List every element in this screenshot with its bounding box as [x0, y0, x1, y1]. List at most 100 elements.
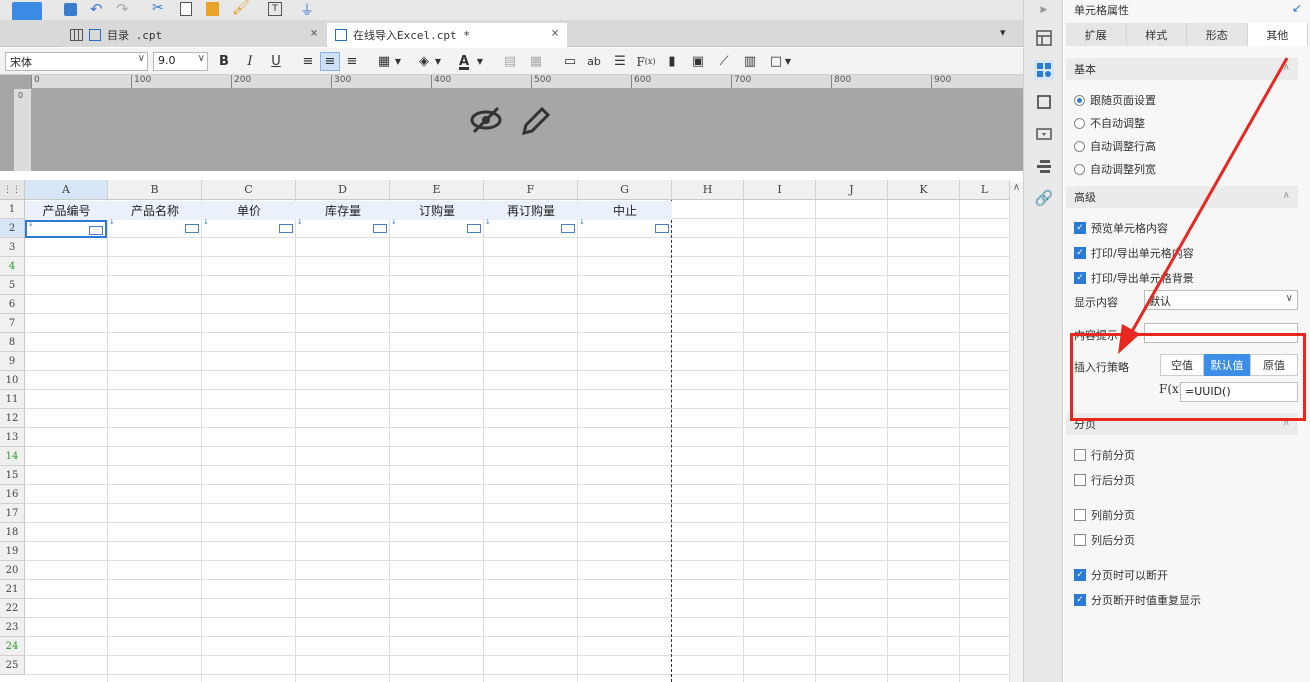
row-header[interactable]: 4 — [0, 257, 25, 276]
copy-icon[interactable] — [180, 2, 192, 16]
row-header[interactable]: 9 — [0, 352, 25, 371]
merge-cells-button[interactable]: ▤ — [500, 52, 520, 71]
align-center-button[interactable]: ≡ — [320, 52, 340, 71]
tab-online-import[interactable]: 在线导入Excel.cpt * × — [327, 23, 567, 47]
cut-icon[interactable]: ✂ — [152, 0, 164, 16]
chevron-down-icon[interactable]: ▼ — [392, 52, 404, 71]
hide-icon[interactable] — [470, 105, 502, 135]
italic-button[interactable]: I — [240, 52, 260, 71]
header-cell[interactable]: 再订购量 — [484, 201, 578, 220]
input-widget-cell[interactable]: ↓ — [484, 218, 577, 238]
bold-button[interactable]: B — [214, 52, 234, 71]
row-header[interactable]: 3 — [0, 238, 25, 257]
chevron-down-icon[interactable]: ▼ — [782, 52, 794, 71]
row-header[interactable]: 15 — [0, 466, 25, 485]
rich-text-icon[interactable]: ☰ — [610, 52, 630, 71]
select-all-icon[interactable]: ⋮⋮ — [0, 180, 25, 200]
row-header[interactable]: 6 — [0, 295, 25, 314]
column-header[interactable]: J — [816, 180, 888, 200]
row-header[interactable]: 8 — [0, 333, 25, 352]
chart-icon[interactable]: ▮ — [662, 52, 682, 71]
format-painter-icon[interactable]: 🖌 — [232, 0, 250, 16]
input-widget-cell[interactable]: ↓ — [25, 220, 107, 238]
row-header[interactable]: 5 — [0, 276, 25, 295]
align-left-button[interactable]: ≡ — [298, 52, 318, 71]
check-page-after-row[interactable]: 行后分页 — [1074, 472, 1135, 488]
row-header[interactable]: 1 — [0, 200, 25, 219]
subreport-icon[interactable]: ▥ — [740, 52, 760, 71]
widget-icon[interactable] — [1034, 124, 1054, 144]
row-header[interactable]: 14 — [0, 447, 25, 466]
column-header[interactable]: H — [672, 180, 744, 200]
close-icon[interactable]: × — [551, 26, 559, 41]
row-header[interactable]: 18 — [0, 523, 25, 542]
redo-icon[interactable]: ↷ — [116, 0, 129, 18]
template-icon[interactable] — [1034, 28, 1054, 48]
header-cell[interactable]: 产品名称 — [108, 201, 202, 220]
row-header[interactable]: 16 — [0, 485, 25, 504]
column-header[interactable]: K — [888, 180, 960, 200]
row-header[interactable]: 22 — [0, 599, 25, 618]
text-frame-icon[interactable]: T — [268, 2, 282, 16]
input-widget-cell[interactable]: ↓ — [108, 218, 201, 238]
row-header[interactable]: 21 — [0, 580, 25, 599]
column-header[interactable]: F — [484, 180, 578, 200]
undo-icon[interactable]: ↶ — [90, 0, 103, 18]
font-size-select[interactable]: 9.0 ∨ — [153, 52, 208, 71]
row-header[interactable]: 19 — [0, 542, 25, 561]
row-header[interactable]: 25 — [0, 656, 25, 675]
paste-icon[interactable] — [206, 2, 219, 16]
column-header[interactable]: G — [578, 180, 672, 200]
dock-icon[interactable]: ↙ — [1292, 1, 1302, 15]
check-page-before-col[interactable]: 列前分页 — [1074, 507, 1135, 523]
column-header[interactable]: A — [25, 180, 108, 200]
insert-row-icon[interactable]: ▭ — [560, 52, 580, 71]
column-header[interactable]: I — [744, 180, 816, 200]
fill-color-button[interactable]: ◈ — [414, 52, 434, 71]
hyperlink-icon[interactable]: 🔗 — [1034, 188, 1054, 208]
check-page-before-row[interactable]: 行前分页 — [1074, 447, 1135, 463]
row-header[interactable]: 17 — [0, 504, 25, 523]
column-header[interactable]: D — [296, 180, 390, 200]
save-icon[interactable] — [64, 3, 77, 16]
row-header[interactable]: 10 — [0, 371, 25, 390]
header-cell[interactable]: 库存量 — [296, 201, 390, 220]
tab-menu-icon[interactable]: ▾ — [1000, 26, 1006, 39]
scroll-up-icon[interactable]: ∧ — [1010, 182, 1023, 198]
header-cell[interactable]: 产品编号 — [25, 201, 108, 220]
check-repeat-on-break[interactable]: ✓ 分页断开时值重复显示 — [1074, 592, 1201, 608]
slash-icon[interactable]: ⟋ — [714, 52, 734, 71]
font-family-select[interactable]: 宋体 ∨ — [5, 52, 148, 71]
row-header[interactable]: 2 — [0, 219, 25, 238]
plugin-icon[interactable]: ⏚ — [300, 0, 314, 20]
input-widget-cell[interactable]: ↓ — [578, 218, 671, 238]
column-header[interactable]: C — [202, 180, 296, 200]
align-right-button[interactable]: ≡ — [342, 52, 362, 71]
row-header[interactable]: 23 — [0, 618, 25, 637]
input-widget-cell[interactable]: ↓ — [296, 218, 389, 238]
chevron-down-icon[interactable]: ▼ — [474, 52, 486, 71]
row-header[interactable]: 7 — [0, 314, 25, 333]
frame-icon[interactable] — [1034, 92, 1054, 112]
close-icon[interactable]: × — [310, 26, 318, 41]
row-header[interactable]: 11 — [0, 390, 25, 409]
input-widget-cell[interactable]: ↓ — [390, 218, 483, 238]
report-header-area[interactable] — [0, 75, 1023, 171]
header-cell[interactable]: 中止 — [578, 201, 672, 220]
tab-catalog[interactable]: 目录 .cpt × — [62, 23, 326, 47]
row-header[interactable]: 12 — [0, 409, 25, 428]
collapse-icon[interactable]: ▶ — [1034, 0, 1054, 20]
chevron-down-icon[interactable]: ▼ — [432, 52, 444, 71]
spreadsheet-grid[interactable]: ⋮⋮ A B C D E F G H I J K L 1 2 3 4 5 6 7 8 9 10 11 12 13 14 15 16 17… — [0, 180, 1010, 682]
edit-pencil-icon[interactable] — [520, 105, 552, 136]
image-icon[interactable]: ▣ — [688, 52, 708, 71]
check-can-break[interactable]: ✓ 分页时可以断开 — [1074, 567, 1168, 583]
column-header[interactable]: E — [390, 180, 484, 200]
row-header[interactable]: 24 — [0, 637, 25, 656]
unmerge-cells-button[interactable]: ▦ — [526, 52, 546, 71]
vertical-scrollbar[interactable] — [1010, 198, 1023, 682]
cell-property-icon[interactable] — [1034, 60, 1054, 80]
header-cell[interactable]: 订购量 — [390, 201, 484, 220]
column-header[interactable]: B — [108, 180, 202, 200]
row-header[interactable]: 13 — [0, 428, 25, 447]
